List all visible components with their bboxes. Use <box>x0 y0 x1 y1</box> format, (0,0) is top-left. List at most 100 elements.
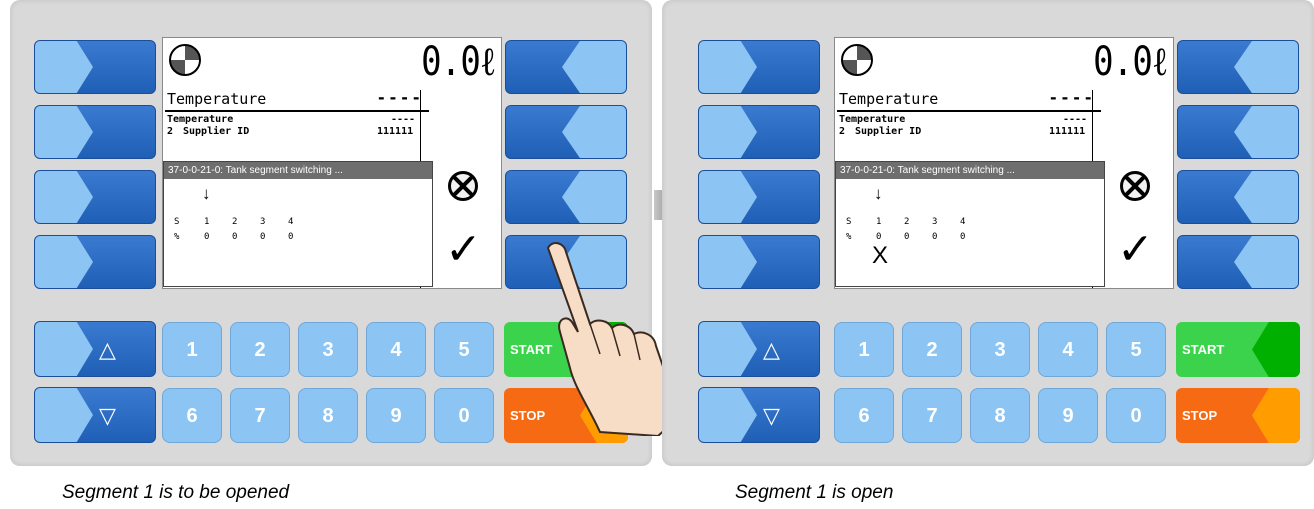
percent-3: 0 <box>932 232 938 242</box>
start-label: START <box>1182 342 1225 357</box>
percent-4: 0 <box>960 232 966 242</box>
key-8[interactable]: 8 <box>298 388 358 443</box>
check-icon: ✓ <box>1117 225 1154 274</box>
row1-label: Temperature <box>167 114 234 125</box>
divider <box>837 110 1101 112</box>
segment-4: 4 <box>288 217 294 227</box>
key-6[interactable]: 6 <box>162 388 222 443</box>
softkey-left-2[interactable] <box>698 105 820 159</box>
row2-label: Supplier ID <box>183 126 250 137</box>
key-0[interactable]: 0 <box>434 388 494 443</box>
key-9[interactable]: 9 <box>1038 388 1098 443</box>
header-value: ---- <box>1048 88 1095 107</box>
volume-readout: 0.0ℓ <box>1092 39 1168 85</box>
stop-button[interactable]: STOP <box>1176 388 1300 443</box>
row2-number: 2 <box>167 126 174 137</box>
softkey-right-4[interactable] <box>1177 235 1299 289</box>
segment-open-mark: X <box>872 242 889 269</box>
segment-row-label: S <box>846 217 852 227</box>
caption-after: Segment 1 is open <box>735 482 894 503</box>
softkey-left-4[interactable] <box>34 235 156 289</box>
softkey-left-3[interactable] <box>34 170 156 224</box>
down-arrow-key-icon: ▽ <box>763 403 780 428</box>
percent-1: 0 <box>204 232 210 242</box>
softkey-right-2[interactable] <box>505 105 627 159</box>
dialog-title: 37-0-0-21-0: Tank segment switching ... <box>164 162 432 179</box>
percent-4: 0 <box>288 232 294 242</box>
percent-2: 0 <box>232 232 238 242</box>
segment-2: 2 <box>232 217 238 227</box>
key-6[interactable]: 6 <box>834 388 894 443</box>
volume-readout: 0.0ℓ <box>420 39 496 85</box>
down-arrow-button[interactable]: ▽ <box>698 387 820 443</box>
softkey-left-3[interactable] <box>698 170 820 224</box>
softkey-left-1[interactable] <box>34 40 156 94</box>
device-panel-after: 0.0ℓ Temperature ---- Temperature ---- 2… <box>662 0 1314 466</box>
down-arrow-button[interactable]: ▽ <box>34 387 156 443</box>
softkey-right-1[interactable] <box>505 40 627 94</box>
row1-label: Temperature <box>839 114 906 125</box>
key-9[interactable]: 9 <box>366 388 426 443</box>
key-2[interactable]: 2 <box>230 322 290 377</box>
row1-value: ---- <box>1063 114 1088 125</box>
key-5[interactable]: 5 <box>434 322 494 377</box>
display-screen: 0.0ℓ Temperature ---- Temperature ---- 2… <box>162 37 502 289</box>
segment-dialog: 37-0-0-21-0: Tank segment switching ... … <box>163 161 433 287</box>
percent-1: 0 <box>876 232 882 242</box>
softkey-left-1[interactable] <box>698 40 820 94</box>
start-button[interactable]: START <box>1176 322 1300 377</box>
down-arrow-icon: ↓ <box>874 184 883 203</box>
up-arrow-icon: △ <box>99 337 116 362</box>
caption-before: Segment 1 is to be opened <box>62 482 290 503</box>
softkey-right-2[interactable] <box>1177 105 1299 159</box>
dialog-title: 37-0-0-21-0: Tank segment switching ... <box>836 162 1104 179</box>
softkey-right-3[interactable] <box>1177 170 1299 224</box>
key-1[interactable]: 1 <box>834 322 894 377</box>
divider <box>165 110 429 112</box>
key-7[interactable]: 7 <box>902 388 962 443</box>
key-1[interactable]: 1 <box>162 322 222 377</box>
percent-2: 0 <box>904 232 910 242</box>
segment-1: 1 <box>204 217 210 227</box>
row2-value: 111111 <box>377 126 414 137</box>
progress-pie-icon <box>169 44 201 76</box>
display-screen: 0.0ℓ Temperature ---- Temperature ---- 2… <box>834 37 1174 289</box>
percent-row-label: % <box>846 232 852 242</box>
row1-value: ---- <box>391 114 416 125</box>
up-arrow-icon: △ <box>763 337 780 362</box>
cancel-icon <box>1120 171 1150 201</box>
key-4[interactable]: 4 <box>366 322 426 377</box>
up-arrow-button[interactable]: △ <box>698 321 820 377</box>
softkey-right-1[interactable] <box>1177 40 1299 94</box>
segment-3: 3 <box>932 217 938 227</box>
key-3[interactable]: 3 <box>970 322 1030 377</box>
header-label: Temperature <box>167 90 267 108</box>
key-3[interactable]: 3 <box>298 322 358 377</box>
cancel-icon <box>448 171 478 201</box>
segment-2: 2 <box>904 217 910 227</box>
segment-4: 4 <box>960 217 966 227</box>
key-5[interactable]: 5 <box>1106 322 1166 377</box>
progress-pie-icon <box>841 44 873 76</box>
row2-number: 2 <box>839 126 846 137</box>
row2-label: Supplier ID <box>855 126 922 137</box>
softkey-left-2[interactable] <box>34 105 156 159</box>
segment-row-label: S <box>174 217 180 227</box>
segment-3: 3 <box>260 217 266 227</box>
device-panel-before: 0.0ℓ Temperature ---- Temperature ---- 2… <box>10 0 682 466</box>
segment-dialog: 37-0-0-21-0: Tank segment switching ... … <box>835 161 1105 287</box>
key-8[interactable]: 8 <box>970 388 1030 443</box>
up-arrow-button[interactable]: △ <box>34 321 156 377</box>
row2-value: 111111 <box>1049 126 1086 137</box>
header-label: Temperature <box>839 90 939 108</box>
percent-row-label: % <box>174 232 180 242</box>
softkey-right-3[interactable] <box>505 170 627 224</box>
softkey-left-4[interactable] <box>698 235 820 289</box>
key-7[interactable]: 7 <box>230 388 290 443</box>
key-2[interactable]: 2 <box>902 322 962 377</box>
key-4[interactable]: 4 <box>1038 322 1098 377</box>
down-arrow-key-icon: ▽ <box>99 403 116 428</box>
stop-label: STOP <box>1182 408 1218 423</box>
percent-3: 0 <box>260 232 266 242</box>
key-0[interactable]: 0 <box>1106 388 1166 443</box>
